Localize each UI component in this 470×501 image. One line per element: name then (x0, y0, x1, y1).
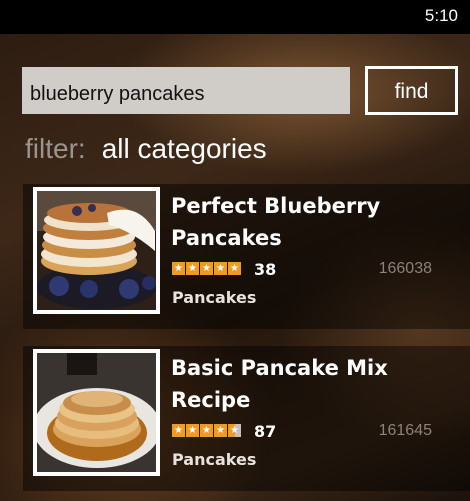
pancake-stack-image (37, 353, 156, 472)
filter-value[interactable]: all categories (102, 133, 267, 164)
recipe-title[interactable]: Perfect Blueberry Pancakes (171, 190, 461, 254)
star-icon: ★ (200, 424, 213, 437)
recipe-category: Pancakes (172, 450, 257, 469)
recipe-id: 161645 (378, 422, 432, 439)
recipe-category: Pancakes (172, 288, 257, 307)
filter-selector[interactable]: filter: all categories (25, 133, 267, 165)
half-star-icon: ★ (228, 424, 241, 437)
search-input[interactable] (22, 67, 350, 114)
recipe-meta: ★ ★ ★ ★ ★ 38 166038 (172, 260, 462, 280)
recipe-thumbnail[interactable] (33, 187, 160, 314)
star-icon: ★ (186, 424, 199, 437)
rating-stars: ★ ★ ★ ★ ★ (172, 262, 241, 275)
result-item[interactable]: Perfect Blueberry Pancakes ★ ★ ★ ★ ★ 38 … (23, 184, 470, 329)
star-icon: ★ (200, 262, 213, 275)
star-icon: ★ (214, 262, 227, 275)
recipe-meta: ★ ★ ★ ★ ★ 87 161645 (172, 422, 462, 442)
blueberry-pancake-image (37, 191, 156, 310)
status-bar: 5:10 (0, 0, 470, 34)
star-icon: ★ (172, 262, 185, 275)
recipe-thumbnail[interactable] (33, 349, 160, 476)
review-count: 87 (254, 422, 277, 441)
star-icon: ★ (186, 262, 199, 275)
rating-stars: ★ ★ ★ ★ ★ (172, 424, 241, 437)
find-button[interactable]: find (365, 66, 458, 115)
star-icon: ★ (172, 424, 185, 437)
review-count: 38 (254, 260, 277, 279)
star-icon: ★ (214, 424, 227, 437)
recipe-id: 166038 (378, 260, 432, 277)
filter-label: filter: (25, 133, 86, 164)
result-item[interactable]: Basic Pancake Mix Recipe ★ ★ ★ ★ ★ 87 16… (23, 346, 470, 491)
star-icon: ★ (228, 262, 241, 275)
clock: 5:10 (424, 6, 458, 25)
recipe-title[interactable]: Basic Pancake Mix Recipe (171, 352, 461, 416)
